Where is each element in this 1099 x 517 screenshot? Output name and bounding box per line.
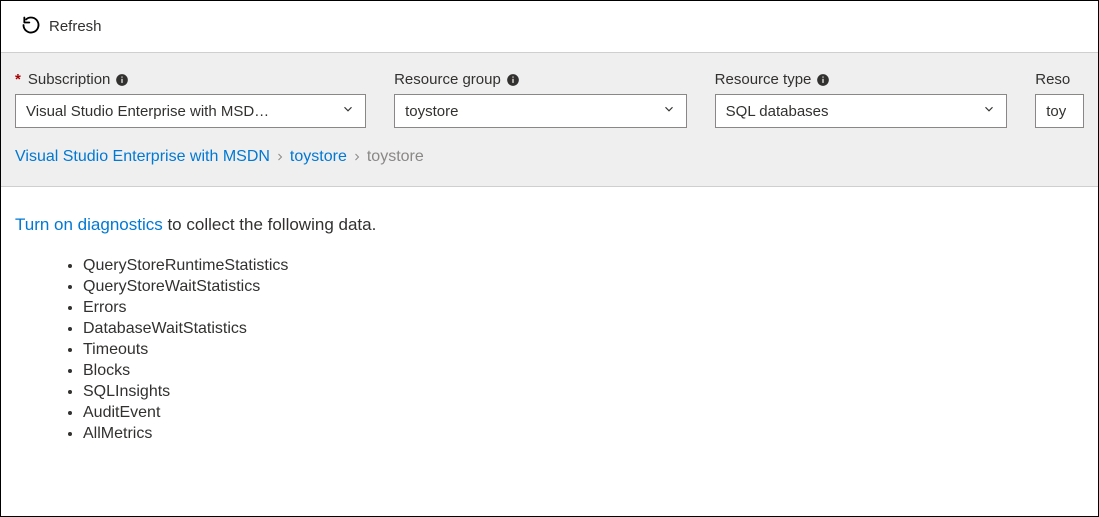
resource-dropdown[interactable]: toy (1035, 94, 1084, 128)
breadcrumb-item[interactable]: Visual Studio Enterprise with MSDN (15, 148, 270, 166)
list-item: Timeouts (83, 341, 1084, 359)
info-icon[interactable] (816, 73, 830, 87)
content-area: Turn on diagnostics to collect the follo… (1, 187, 1098, 460)
list-item: QueryStoreRuntimeStatistics (83, 257, 1084, 275)
required-indicator: * (15, 71, 21, 88)
list-item: DatabaseWaitStatistics (83, 320, 1084, 338)
chevron-right-icon (274, 151, 286, 163)
list-item: Errors (83, 299, 1084, 317)
toolbar: Refresh (1, 1, 1098, 53)
list-item: AuditEvent (83, 404, 1084, 422)
resource-type-field: Resource type SQL databases (715, 71, 1008, 128)
refresh-button[interactable]: Refresh (15, 11, 108, 43)
resource-group-dropdown[interactable]: toystore (394, 94, 687, 128)
resource-label: Reso (1035, 71, 1084, 88)
subscription-label: * Subscription (15, 71, 366, 88)
breadcrumb-current: toystore (367, 148, 424, 166)
breadcrumb: Visual Studio Enterprise with MSDN toyst… (15, 144, 1084, 186)
refresh-icon (21, 15, 41, 39)
chevron-right-icon (351, 151, 363, 163)
turn-on-diagnostics-link[interactable]: Turn on diagnostics (15, 215, 163, 234)
list-item: SQLInsights (83, 383, 1084, 401)
list-item: Blocks (83, 362, 1084, 380)
resource-type-dropdown[interactable]: SQL databases (715, 94, 1008, 128)
info-icon[interactable] (115, 73, 129, 87)
diagnostics-prompt: Turn on diagnostics to collect the follo… (15, 215, 1084, 235)
breadcrumb-item[interactable]: toystore (290, 148, 347, 166)
info-icon[interactable] (506, 73, 520, 87)
subscription-dropdown[interactable]: Visual Studio Enterprise with MSD… (15, 94, 366, 128)
chevron-down-icon (341, 102, 355, 120)
resource-group-field: Resource group toystore (394, 71, 687, 128)
resource-field: Reso toy (1035, 71, 1084, 128)
resource-group-label: Resource group (394, 71, 687, 88)
chevron-down-icon (982, 102, 996, 120)
subscription-field: * Subscription Visual Studio Enterprise … (15, 71, 366, 128)
list-item: QueryStoreWaitStatistics (83, 278, 1084, 296)
filter-bar: * Subscription Visual Studio Enterprise … (1, 53, 1098, 187)
refresh-label: Refresh (49, 18, 102, 35)
diagnostics-list: QueryStoreRuntimeStatistics QueryStoreWa… (15, 257, 1084, 443)
resource-type-label: Resource type (715, 71, 1008, 88)
list-item: AllMetrics (83, 425, 1084, 443)
chevron-down-icon (662, 102, 676, 120)
